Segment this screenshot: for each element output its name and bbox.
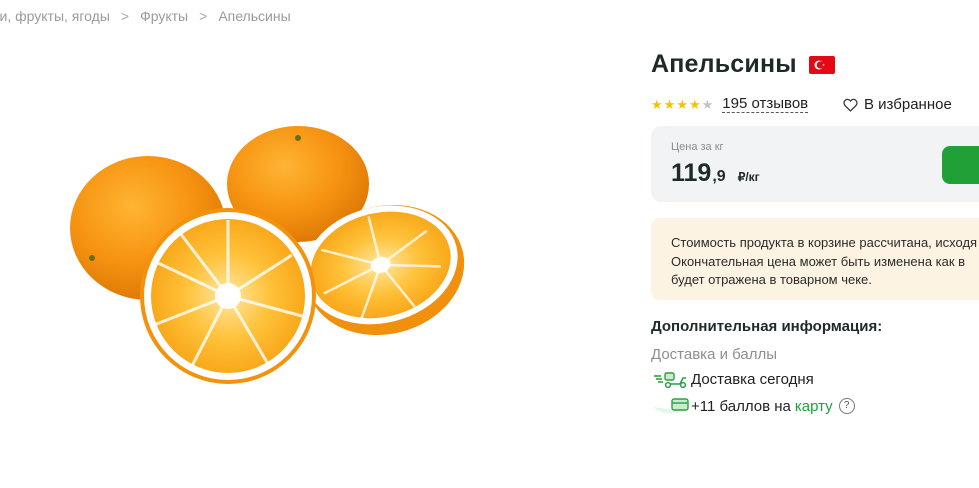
- breadcrumb-item-category[interactable]: щи, фрукты, ягоды: [0, 8, 110, 24]
- price-label: Цена за кг: [671, 141, 724, 153]
- card-link[interactable]: карту: [795, 398, 833, 415]
- points-label: +11 баллов на: [691, 397, 791, 415]
- star-icon: ★: [663, 97, 676, 112]
- additional-info-title: Дополнительная информация:: [651, 318, 883, 335]
- chevron-right-icon: >: [120, 8, 130, 24]
- delivery-scooter-icon: [653, 369, 691, 389]
- breadcrumb-item-current: Апельсины: [218, 8, 291, 24]
- add-to-favorites-button[interactable]: В избранное: [843, 96, 952, 113]
- breadcrumb-item-fruits[interactable]: Фрукты: [140, 8, 188, 24]
- star-icon: ★: [688, 97, 701, 112]
- product-image: [70, 120, 470, 400]
- delivery-label: Доставка сегодня: [691, 370, 814, 388]
- price-unit: ₽/кг: [737, 170, 760, 184]
- breadcrumb: щи, фрукты, ягоды > Фрукты > Апельсины: [0, 8, 291, 24]
- star-icon: ★: [651, 97, 663, 112]
- favorites-label: В избранное: [864, 96, 952, 113]
- help-icon[interactable]: ?: [838, 398, 855, 414]
- price-notice: Стоимость продукта в корзине рассчитана,…: [651, 218, 979, 300]
- chevron-right-icon: >: [199, 8, 208, 24]
- rating-row: ★ ★ ★ ★ ★ 195 отзывов В избранное: [651, 96, 952, 113]
- star-icon: ★: [676, 97, 688, 112]
- turkey-flag-icon: [808, 55, 835, 74]
- product-title: Апельсины: [651, 50, 797, 78]
- points-row: +11 баллов на карту ?: [653, 396, 855, 416]
- price-fraction: ,9: [712, 168, 726, 185]
- notice-line: Окончательная цена может быть изменена к…: [671, 253, 966, 269]
- price-box: Цена за кг 119 ,9 ₽/кг: [651, 126, 979, 202]
- card-icon: [653, 396, 691, 416]
- notice-line: Стоимость продукта в корзине рассчитана,…: [671, 235, 978, 250]
- notice-text: Стоимость продукта в корзине рассчитана,…: [671, 234, 977, 290]
- product-title-row: Апельсины: [651, 50, 835, 79]
- notice-line: будет отражена в товарном чеке.: [671, 272, 872, 287]
- star-icon: ★: [701, 97, 714, 112]
- heart-icon: [843, 98, 858, 112]
- add-to-cart-button[interactable]: [942, 146, 979, 184]
- delivery-row: Доставка сегодня: [653, 369, 814, 389]
- reviews-link[interactable]: 195 отзывов: [722, 96, 809, 113]
- price-value: 119 ,9 ₽/кг: [671, 159, 760, 188]
- orange-half-front: [140, 208, 316, 384]
- price-integer: 119: [671, 159, 712, 187]
- rating-stars: ★ ★ ★ ★ ★: [651, 98, 714, 111]
- delivery-points-heading: Доставка и баллы: [651, 346, 778, 363]
